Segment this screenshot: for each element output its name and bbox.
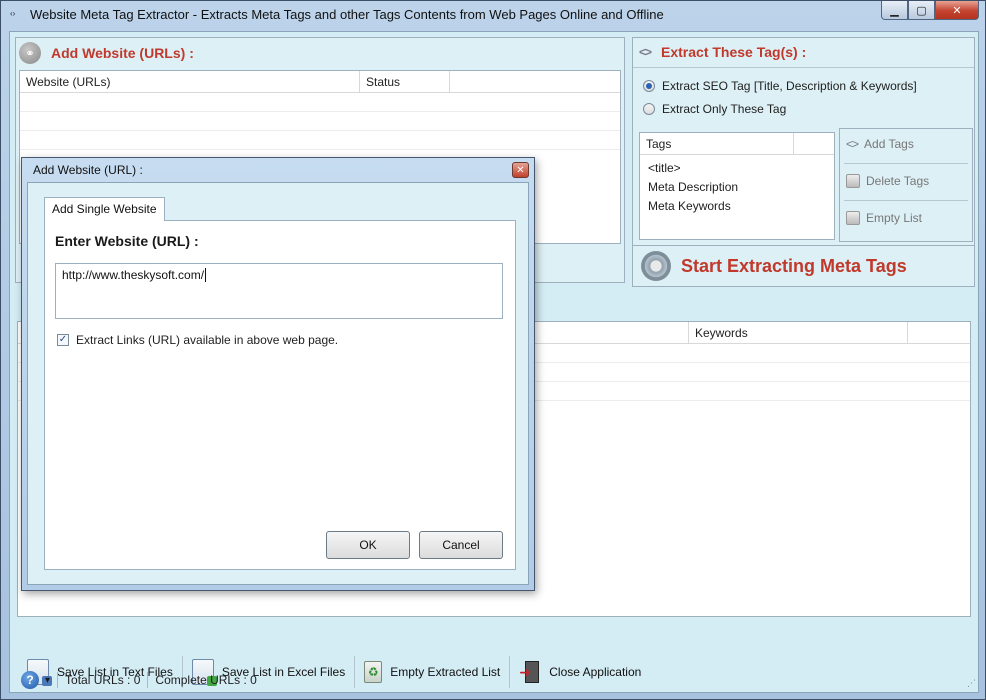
empty-list-button[interactable]: Empty List <box>846 211 922 225</box>
table-row <box>20 112 620 131</box>
link-icon: ⚭ <box>19 42 41 64</box>
option-only-label: Extract Only These Tag <box>662 102 787 116</box>
add-tags-icon: <> <box>846 137 859 151</box>
empty-list-label: Empty List <box>866 211 923 225</box>
extract-links-label: Extract Links (URL) available in above w… <box>76 333 339 347</box>
divider <box>57 672 59 688</box>
divider <box>147 672 149 688</box>
url-input[interactable]: http://www.theskysoft.com/ <box>55 263 503 319</box>
enter-url-label: Enter Website (URL) : <box>55 233 199 249</box>
dialog-close-button[interactable]: ✕ <box>512 162 529 178</box>
extract-links-checkbox[interactable]: ✓ <box>57 334 69 346</box>
add-tags-label: Add Tags <box>864 137 914 151</box>
list-item[interactable]: Meta Description <box>648 180 738 194</box>
gear-icon <box>641 251 671 281</box>
start-extracting-panel: Start Extracting Meta Tags <box>632 245 975 287</box>
tags-list-header: Tags <box>640 133 834 155</box>
tab-add-single-website[interactable]: Add Single Website <box>44 197 165 221</box>
add-tags-button[interactable]: <> Add Tags <box>846 137 914 151</box>
ok-button[interactable]: OK <box>326 531 410 559</box>
list-item[interactable]: <title> <box>648 161 681 175</box>
resize-grip-icon[interactable]: ⋰ <box>967 678 977 688</box>
tags-list[interactable]: Tags <title> Meta Description Meta Keywo… <box>639 132 835 240</box>
cancel-button[interactable]: Cancel <box>419 531 503 559</box>
option-seo-label: Extract SEO Tag [Title, Description & Ke… <box>662 79 917 93</box>
complete-urls-status: Complete URLs : 0 <box>155 673 257 687</box>
website-grid-header: Website (URLs) Status <box>20 71 620 93</box>
radio-only-these[interactable] <box>643 103 655 115</box>
maximize-button[interactable]: ▢ <box>908 1 935 20</box>
total-urls-status: Total URLs : 0 <box>65 673 141 687</box>
column-keywords[interactable]: Keywords <box>688 322 908 344</box>
help-dropdown-icon[interactable]: ▾ <box>45 675 50 686</box>
table-row <box>20 93 620 112</box>
list-item[interactable]: Meta Keywords <box>648 199 731 213</box>
divider <box>844 200 968 201</box>
start-extracting-label: Start Extracting Meta Tags <box>681 255 907 276</box>
trash-icon <box>846 211 860 225</box>
app-icon: ‹› <box>10 9 16 18</box>
code-brackets-icon: <> <box>639 45 652 59</box>
tag-actions: <> Add Tags Delete Tags Empty List <box>839 128 973 242</box>
tab-page-single-website: Enter Website (URL) : http://www.theskys… <box>44 220 516 570</box>
radio-seo-tag[interactable] <box>643 80 655 92</box>
add-website-header: ⚭ Add Website (URLs) : <box>19 42 194 64</box>
column-status[interactable]: Status <box>360 71 450 93</box>
divider <box>633 67 974 68</box>
url-input-value: http://www.theskysoft.com/ <box>62 268 205 282</box>
help-icon[interactable]: ? <box>21 671 39 689</box>
close-button[interactable]: ✕ <box>935 1 979 20</box>
extract-tags-panel: <> Extract These Tag(s) : Extract SEO Ta… <box>632 37 975 253</box>
dialog-title: Add Website (URL) : <box>33 163 143 177</box>
dialog-body: Add Single Website Enter Website (URL) :… <box>27 182 529 585</box>
text-cursor <box>205 268 207 282</box>
extract-links-option[interactable]: ✓ Extract Links (URL) available in above… <box>57 333 338 347</box>
option-seo-tag[interactable]: Extract SEO Tag [Title, Description & Ke… <box>643 79 917 93</box>
start-extracting-button[interactable]: Start Extracting Meta Tags <box>641 251 907 281</box>
column-website-urls[interactable]: Website (URLs) <box>20 71 360 93</box>
delete-tags-icon <box>846 174 860 188</box>
table-row <box>20 131 620 150</box>
option-only-these[interactable]: Extract Only These Tag <box>643 102 786 116</box>
minimize-button[interactable]: ▁ <box>881 1 908 20</box>
delete-tags-button[interactable]: Delete Tags <box>846 174 929 188</box>
add-website-title: Add Website (URLs) : <box>51 45 194 61</box>
divider <box>844 163 968 164</box>
status-bar: ? ▾ Total URLs : 0 Complete URLs : 0 ⋰ <box>1 668 985 692</box>
extract-tags-header: <> Extract These Tag(s) : <box>639 44 806 60</box>
app-window: ‹› Website Meta Tag Extractor - Extracts… <box>0 0 986 700</box>
column-tags[interactable]: Tags <box>640 133 794 155</box>
add-website-dialog: Add Website (URL) : ✕ Add Single Website… <box>21 157 535 591</box>
title-bar: ‹› Website Meta Tag Extractor - Extracts… <box>1 1 985 29</box>
delete-tags-label: Delete Tags <box>866 174 930 188</box>
window-controls: ▁ ▢ ✕ <box>881 1 979 21</box>
extract-tags-title: Extract These Tag(s) : <box>661 44 807 60</box>
window-title: Website Meta Tag Extractor - Extracts Me… <box>30 7 664 22</box>
